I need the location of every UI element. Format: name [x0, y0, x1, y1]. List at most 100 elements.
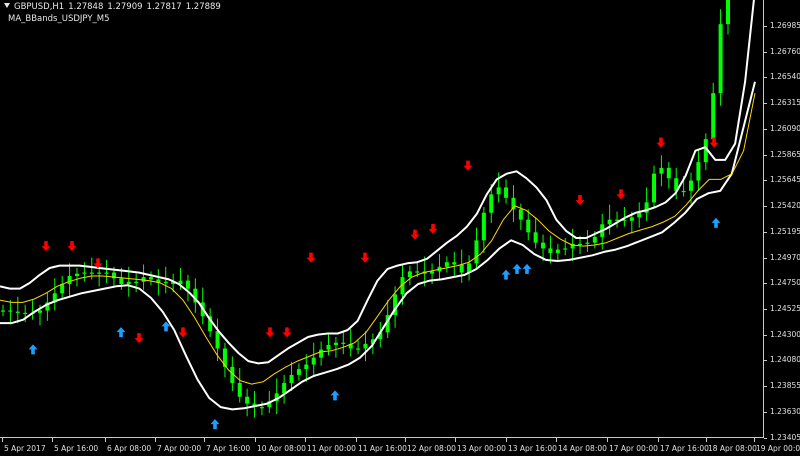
price-chart-svg[interactable]: [0, 0, 763, 437]
time-tick: [356, 438, 357, 442]
candle-body: [430, 271, 435, 274]
candle-body: [533, 232, 538, 243]
price-tick-label: 1.26760: [770, 46, 800, 56]
time-tick-label: 17 Apr 00:00: [609, 444, 658, 453]
price-tick-label: 1.24750: [770, 277, 800, 287]
time-tick-label: 19 Apr 00:00: [756, 444, 800, 453]
candle-body: [126, 281, 131, 285]
price-tick: [764, 334, 767, 336]
price-tick: [764, 51, 767, 53]
time-tick: [105, 438, 106, 442]
candle-body: [363, 343, 368, 349]
buy-arrow-icon: [116, 327, 126, 338]
candle-body: [452, 262, 457, 265]
candle-body: [333, 342, 338, 345]
candle-body: [666, 167, 671, 179]
time-tick: [2, 438, 3, 442]
candle-body: [296, 369, 301, 375]
candle-body: [326, 345, 331, 350]
time-tick: [255, 438, 256, 442]
price-tick-label: 1.26985: [770, 20, 800, 30]
candle-body: [629, 217, 634, 221]
candle-body: [1, 310, 5, 312]
high-price: 1.27909: [107, 2, 143, 12]
lower-band-line: [0, 81, 756, 411]
candle-body: [185, 280, 190, 289]
buy-arrow-icon: [330, 390, 340, 401]
time-tick: [52, 438, 53, 442]
price-tick: [764, 77, 767, 79]
candle-body: [119, 278, 124, 285]
time-tick-label: 13 Apr 16:00: [508, 444, 557, 453]
candle-body: [259, 407, 264, 409]
buy-arrow-icon: [28, 344, 38, 355]
candle-body: [341, 342, 346, 344]
candle-body: [563, 248, 568, 250]
price-tick: [764, 154, 767, 156]
time-axis[interactable]: 5 Apr 2017 5 Apr 16:00 6 Apr 08:00 7 Apr 00…: [0, 438, 800, 456]
sell-arrow-icon: [463, 160, 473, 171]
time-tick: [405, 438, 406, 442]
candle-body: [245, 396, 250, 404]
sell-arrow-icon: [360, 252, 370, 263]
price-chart-plot[interactable]: GBPUSD,H1 1.27848 1.27909 1.27817 1.27889 MA…: [0, 0, 764, 438]
price-tick: [764, 385, 767, 387]
candle-body: [104, 272, 109, 274]
time-tick-label: 11 Apr 16:00: [358, 444, 407, 453]
sell-arrow-icon: [67, 241, 77, 252]
candle-body: [607, 219, 612, 225]
price-tick-label: 1.24300: [770, 329, 800, 339]
candle-body: [689, 180, 694, 191]
candle-body: [23, 312, 28, 314]
sell-arrow-icon: [306, 252, 316, 263]
time-tick-label: 14 Apr 08:00: [558, 444, 607, 453]
time-tick-label: 10 Apr 08:00: [257, 444, 306, 453]
upper-band-line: [0, 0, 755, 365]
sell-arrow-icon: [134, 333, 144, 344]
candle-body: [237, 382, 242, 397]
candle-body: [304, 364, 309, 370]
time-tick: [305, 438, 306, 442]
candle-body: [444, 262, 449, 267]
time-tick-label: 5 Apr 16:00: [54, 444, 99, 453]
time-tick-label: 12 Apr 08:00: [407, 444, 456, 453]
candle-body: [289, 374, 294, 383]
time-tick: [155, 438, 156, 442]
candle-body: [89, 272, 94, 274]
price-tick-label: 1.26540: [770, 72, 800, 82]
sell-arrow-icon: [575, 195, 585, 206]
chart-window[interactable]: GBPUSD,H1 1.27848 1.27909 1.27817 1.27889 MA…: [0, 0, 800, 456]
price-tick: [764, 128, 767, 130]
time-tick-label: 11 Apr 00:00: [307, 444, 356, 453]
moving-average-line: [0, 93, 756, 385]
candle-body: [585, 242, 590, 244]
chart-header: GBPUSD,H1 1.27848 1.27909 1.27817 1.27889: [4, 2, 225, 13]
time-tick-label: 6 Apr 08:00: [107, 444, 152, 453]
chevron-down-icon[interactable]: [4, 3, 10, 8]
candle-body: [74, 273, 79, 276]
buy-arrow-icon: [210, 419, 220, 430]
time-tick: [506, 438, 507, 442]
candle-body: [548, 248, 553, 253]
price-tick: [764, 282, 767, 284]
indicator-label: MA_BBands_USDJPY_M5: [8, 14, 110, 24]
candle-body: [82, 272, 87, 274]
buy-arrow-icon: [501, 269, 511, 280]
price-tick-label: 1.23630: [770, 406, 800, 416]
candle-body: [496, 187, 501, 195]
price-axis[interactable]: 1.26985 1.26760 1.26540 1.26315 1.26090 1.258…: [764, 0, 800, 441]
candle-body: [319, 349, 324, 358]
sell-arrow-icon: [656, 137, 666, 148]
sell-arrow-icon: [428, 223, 438, 234]
price-tick: [764, 231, 767, 233]
price-tick-label: 1.25195: [770, 226, 800, 236]
time-tick-label: 17 Apr 16:00: [660, 444, 709, 453]
time-tick-label: 7 Apr 16:00: [206, 444, 251, 453]
candle-body: [681, 190, 686, 193]
candle-body: [8, 310, 13, 312]
candle-body: [504, 187, 509, 198]
candle-body: [489, 194, 494, 213]
candle-body: [555, 249, 560, 253]
candle-body: [718, 24, 723, 94]
time-tick: [706, 438, 707, 442]
